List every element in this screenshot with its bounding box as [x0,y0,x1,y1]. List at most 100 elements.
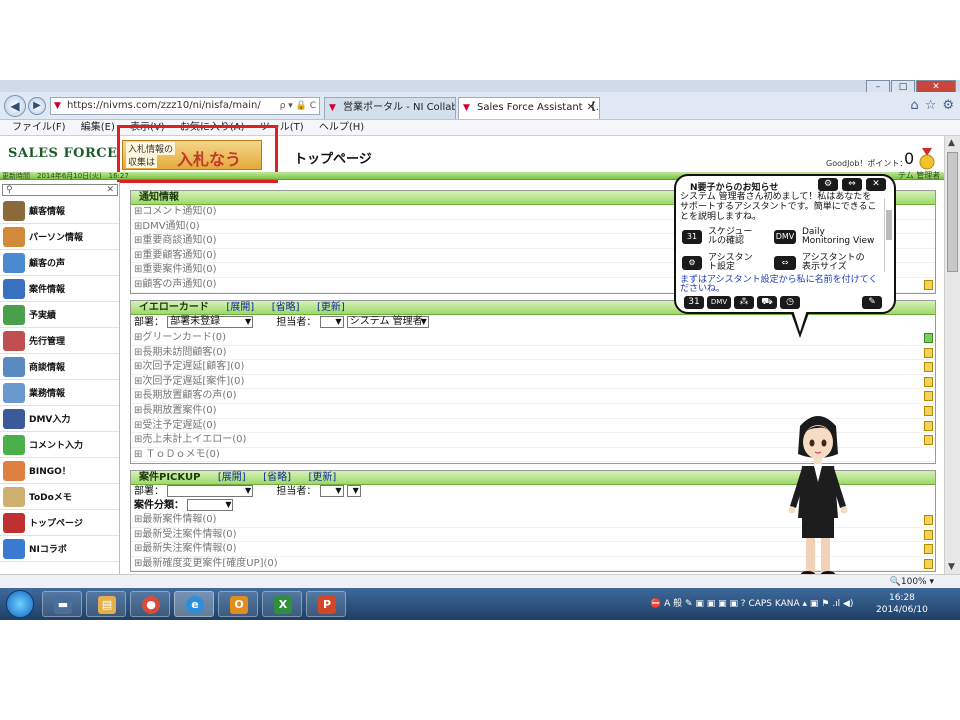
tab-sfa[interactable]: ▼ Sales Force Assistant 【... ✕ [458,97,600,119]
sidebar-item[interactable]: 顧客情報 [0,198,119,224]
menu-file[interactable]: ファイル(F) [12,122,66,133]
truck-icon[interactable]: ⛟ [757,296,777,309]
clock[interactable]: 16:28 2014/06/10 [876,592,928,616]
memo-icon[interactable] [924,376,933,387]
pk-group-select[interactable]: ▼ [319,485,344,497]
pk-expand-link[interactable]: [展開] [218,472,246,483]
sidebar-item[interactable]: ToDoメモ [0,484,119,510]
tab-portal[interactable]: ▼ 営業ポータル - NI Collabo 5.... [324,97,456,119]
assistant-settings-icon[interactable]: ⚙ [818,178,838,191]
sidebar-item[interactable]: 顧客の声 [0,250,119,276]
system-tray[interactable]: ⛔ A 般 ✎ ▣ ▣ ▣ ▣ ? CAPS KANA ▴ ▣ ⚑ .ıl ◀) [650,596,853,609]
memo-icon[interactable] [924,544,933,555]
option-assistant-settings[interactable]: ⚙ アシスタン ト設定 [682,254,753,272]
memo-icon[interactable] [924,405,933,416]
menu-help[interactable]: ヘルプ(H) [319,122,364,133]
gear-icon[interactable]: ⚙ [942,98,954,113]
address-bar[interactable]: ▼ https://nivms.com/zzz10/ni/nisfa/main/… [50,97,320,115]
option-display-size[interactable]: ⇔ アシスタントの 表示サイズ [774,254,865,272]
medal-icon[interactable] [918,148,936,170]
memo-icon[interactable] [924,420,933,431]
memo-icon[interactable] [924,347,933,358]
yc-owner-select[interactable]: システム 管理者 ▼ [346,316,429,328]
page-scrollbar[interactable]: ▲ ▼ [944,136,960,574]
memo-icon[interactable] [924,529,933,540]
sidebar-search-input[interactable]: ⚲ ✕ [2,184,118,196]
start-button[interactable] [6,590,34,618]
taskbar-explorer[interactable]: ▤ [86,591,126,617]
sidebar-item[interactable]: 業務情報 [0,380,119,406]
list-item[interactable]: ⊞長期未訪問顧客(0) [131,346,935,361]
edit-icon[interactable]: ✎ [862,296,882,309]
list-item[interactable]: ⊞グリーンカード(0) [131,331,935,346]
sidebar-item[interactable]: DMV入力 [0,406,119,432]
sidebar-item[interactable]: BINGO！ [0,458,119,484]
tab-close-icon[interactable]: ✕ [587,98,595,118]
taskbar-excel[interactable]: X [262,591,302,617]
favorites-star-icon[interactable]: ☆ [925,98,937,113]
forward-button[interactable]: ▶ [28,97,46,115]
yc-refresh-link[interactable]: [更新] [317,302,345,313]
yc-expand-link[interactable]: [展開] [226,302,254,313]
option-dmv[interactable]: DMV Daily Monitoring View [774,228,874,246]
scroll-up-icon[interactable]: ▲ [948,138,955,148]
pk-category-select[interactable]: ▼ [187,499,234,511]
assistant-name-link[interactable]: まずはアシスタント設定から私に名前を付けてくださいね。 [680,276,886,294]
assistant-scrollbar[interactable] [884,198,892,272]
taskbar-ie[interactable]: e [174,591,214,617]
assistant-character-icon[interactable] [778,410,858,590]
assistant-message: システム 管理者さん初めまして！私はあなたをサポートするアシスタントです。簡単に… [680,192,877,222]
memo-icon[interactable] [924,279,933,290]
list-item[interactable]: ⊞長期放置顧客の声(0) [131,389,935,404]
assistant-close-icon[interactable]: ✕ [866,178,886,191]
sidebar-item[interactable]: 予実績 [0,302,119,328]
sidebar-item[interactable]: 案件情報 [0,276,119,302]
sidebar-item[interactable]: パーソン情報 [0,224,119,250]
home-icon[interactable]: ⌂ [910,98,918,113]
memo-icon[interactable] [924,558,933,569]
address-tools[interactable]: ρ ▾ 🔒 C [280,98,316,114]
option-label: Daily Monitoring View [802,227,875,246]
window-titlebar: – □ ✕ [0,80,960,94]
page-scroll-thumb[interactable] [947,152,958,272]
pk-collapse-link[interactable]: [省略] [263,472,291,483]
clock-date: 2014/06/10 [876,605,928,615]
memo-icon[interactable] [924,362,933,373]
yellow-card-title: イエローカード [139,302,209,313]
scroll-thumb[interactable] [886,210,892,240]
sidebar-item[interactable]: 先行管理 [0,328,119,354]
zoom-level[interactable]: 🔍100% ▾ [890,575,934,589]
list-item[interactable]: ⊞次回予定遅延[顧客](0) [131,360,935,375]
clear-icon[interactable]: ✕ [106,185,114,195]
taskbar-powerpoint[interactable]: P [306,591,346,617]
option-schedule[interactable]: 31 スケジュー ルの確認 [682,228,752,246]
sidebar-item[interactable]: コメント入力 [0,432,119,458]
pk-refresh-link[interactable]: [更新] [309,472,337,483]
sidebar-item[interactable]: トップページ [0,510,119,536]
yc-group-select[interactable]: ▼ [319,316,344,328]
taskbar-outlook[interactable]: O [218,591,258,617]
calendar-icon[interactable]: 31 [684,296,704,309]
sidebar-item[interactable]: NIコラボ [0,536,119,562]
clock-icon[interactable]: ◷ [780,296,800,309]
list-item[interactable]: ⊞次回予定遅延[案件](0) [131,375,935,390]
pk-dept-select[interactable]: ▼ [167,485,254,497]
network-icon[interactable]: ⁂ [734,296,754,309]
assistant-resize-icon[interactable]: ⇔ [842,178,862,191]
yc-dept-select[interactable]: 部署未登録 ▼ [167,316,254,328]
tab-favicon-icon: ▼ [463,103,470,113]
memo-icon[interactable] [924,515,933,525]
scroll-down-icon[interactable]: ▼ [948,562,955,572]
back-button[interactable]: ◀ [4,95,26,117]
dmv-icon[interactable]: DMV [707,296,731,309]
sidebar-item[interactable]: 商談情報 [0,354,119,380]
yc-collapse-link[interactable]: [省略] [272,302,300,313]
taskbar-show-desktop[interactable]: ▬ [42,591,82,617]
memo-icon[interactable] [924,333,933,343]
memo-icon[interactable] [924,391,933,402]
pk-category-label: 案件分類： [134,500,184,511]
memo-icon[interactable] [924,435,933,446]
taskbar-chrome[interactable]: ● [130,591,170,617]
pk-owner-select[interactable]: ▼ [346,485,361,497]
menu-edit[interactable]: 編集(E) [81,122,115,133]
